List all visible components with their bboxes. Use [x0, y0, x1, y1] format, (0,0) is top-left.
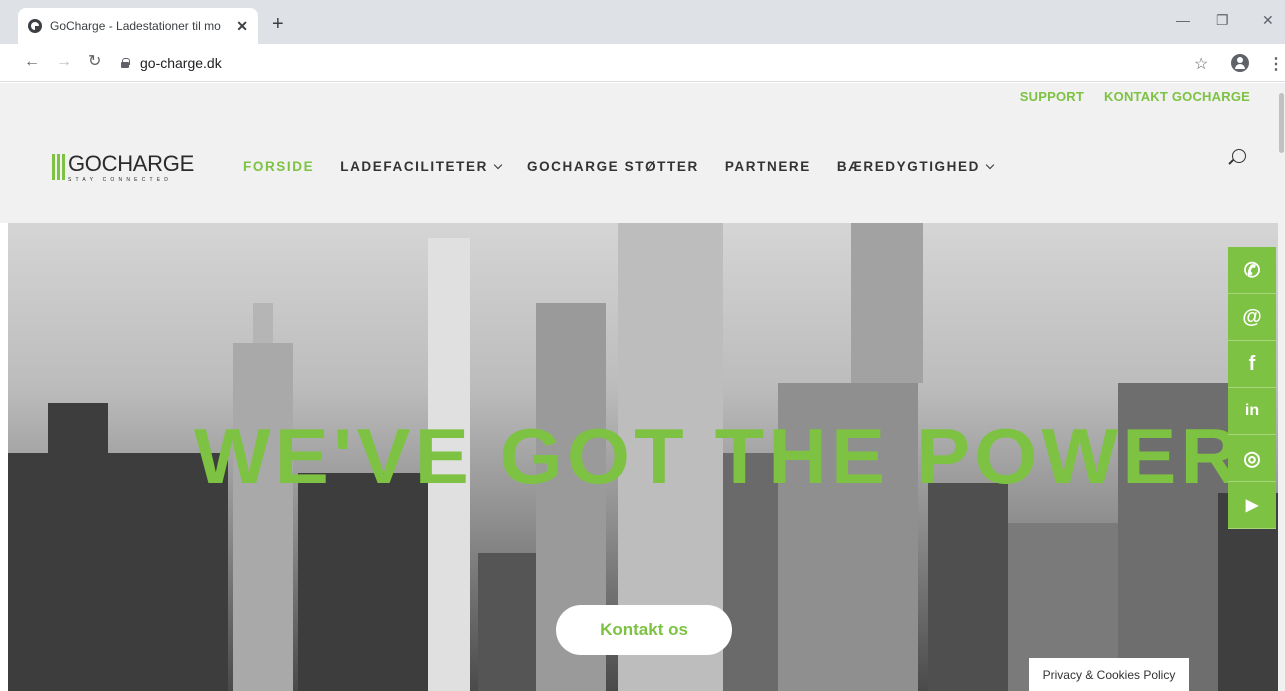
- forward-icon[interactable]: →: [56, 53, 72, 71]
- linkedin-icon[interactable]: in: [1228, 388, 1276, 435]
- nav-label: LADEFACILITETER: [340, 159, 488, 174]
- star-icon[interactable]: ☆: [1194, 54, 1208, 74]
- site-header: SUPPORT KONTAKT GOCHARGE GOCHARGE STAY C…: [0, 83, 1278, 223]
- url-text: go-charge.dk: [140, 55, 222, 71]
- support-link[interactable]: SUPPORT: [1020, 89, 1084, 104]
- email-icon[interactable]: @: [1228, 294, 1276, 341]
- browser-tab[interactable]: GoCharge - Ladestationer til mo ✕: [18, 8, 258, 44]
- youtube-icon[interactable]: ▶: [1228, 482, 1276, 529]
- back-icon[interactable]: ←: [24, 53, 40, 71]
- top-links: SUPPORT KONTAKT GOCHARGE: [1020, 89, 1250, 104]
- nav-item-gocharge-stotter[interactable]: GOCHARGE STØTTER: [527, 159, 699, 174]
- minimize-icon[interactable]: —: [1176, 12, 1190, 28]
- privacy-cookies-button[interactable]: Privacy & Cookies Policy: [1029, 658, 1189, 691]
- chevron-down-icon: [493, 160, 503, 169]
- scrollbar-thumb[interactable]: [1279, 93, 1284, 153]
- search-icon[interactable]: [1232, 149, 1246, 163]
- tab-strip: GoCharge - Ladestationer til mo ✕ + — ❐ …: [0, 0, 1285, 44]
- nav-label: FORSIDE: [243, 159, 315, 174]
- profile-icon[interactable]: [1231, 54, 1249, 72]
- instagram-icon[interactable]: ◎: [1228, 435, 1276, 482]
- social-rail: ✆ @ f in ◎ ▶: [1228, 247, 1276, 529]
- close-window-icon[interactable]: ✕: [1262, 12, 1274, 29]
- nav-item-forside[interactable]: FORSIDE: [243, 159, 314, 174]
- nav-item-ladefaciliteter[interactable]: LADEFACILITETER: [340, 159, 503, 174]
- page-scrollbar[interactable]: [1278, 83, 1285, 691]
- logo-text: GOCHARGE: [68, 151, 194, 176]
- lock-icon: [120, 58, 130, 68]
- hero-section: WE'VE GOT THE POWER Kontakt os Privacy &…: [8, 223, 1278, 691]
- nav-label: BÆREDYGTIGHED: [836, 159, 980, 174]
- contact-gocharge-link[interactable]: KONTAKT GOCHARGE: [1104, 89, 1250, 104]
- browser-toolbar: ← → ↻ go-charge.dk ☆ ⋮: [0, 44, 1285, 82]
- address-bar[interactable]: go-charge.dk: [120, 50, 1180, 76]
- nav-item-baeredygtighed[interactable]: BÆREDYGTIGHED: [836, 159, 995, 174]
- chevron-down-icon: [985, 160, 995, 169]
- tab-title: GoCharge - Ladestationer til mo: [50, 19, 221, 33]
- new-tab-icon[interactable]: +: [272, 14, 284, 34]
- logo-bars-icon: [52, 154, 65, 180]
- close-tab-icon[interactable]: ✕: [236, 18, 248, 35]
- reload-icon[interactable]: ↻: [88, 53, 101, 71]
- favicon-icon: [28, 19, 42, 33]
- menu-icon[interactable]: ⋮: [1268, 54, 1284, 74]
- nav-label: GOCHARGE STØTTER: [526, 159, 699, 174]
- hero-headline: WE'VE GOT THE POWER: [194, 412, 1244, 500]
- site-logo[interactable]: GOCHARGE STAY CONNECTED: [52, 153, 194, 183]
- browser-window: GoCharge - Ladestationer til mo ✕ + — ❐ …: [0, 0, 1285, 691]
- nav-label: PARTNERE: [724, 159, 811, 174]
- contact-button[interactable]: Kontakt os: [556, 605, 732, 655]
- main-nav: FORSIDE LADEFACILITETER GOCHARGE STØTTER…: [243, 159, 995, 174]
- restore-icon[interactable]: ❐: [1216, 12, 1229, 29]
- logo-tagline: STAY CONNECTED: [68, 177, 173, 183]
- phone-icon[interactable]: ✆: [1228, 247, 1276, 294]
- nav-item-partnere[interactable]: PARTNERE: [725, 159, 811, 174]
- facebook-icon[interactable]: f: [1228, 341, 1276, 388]
